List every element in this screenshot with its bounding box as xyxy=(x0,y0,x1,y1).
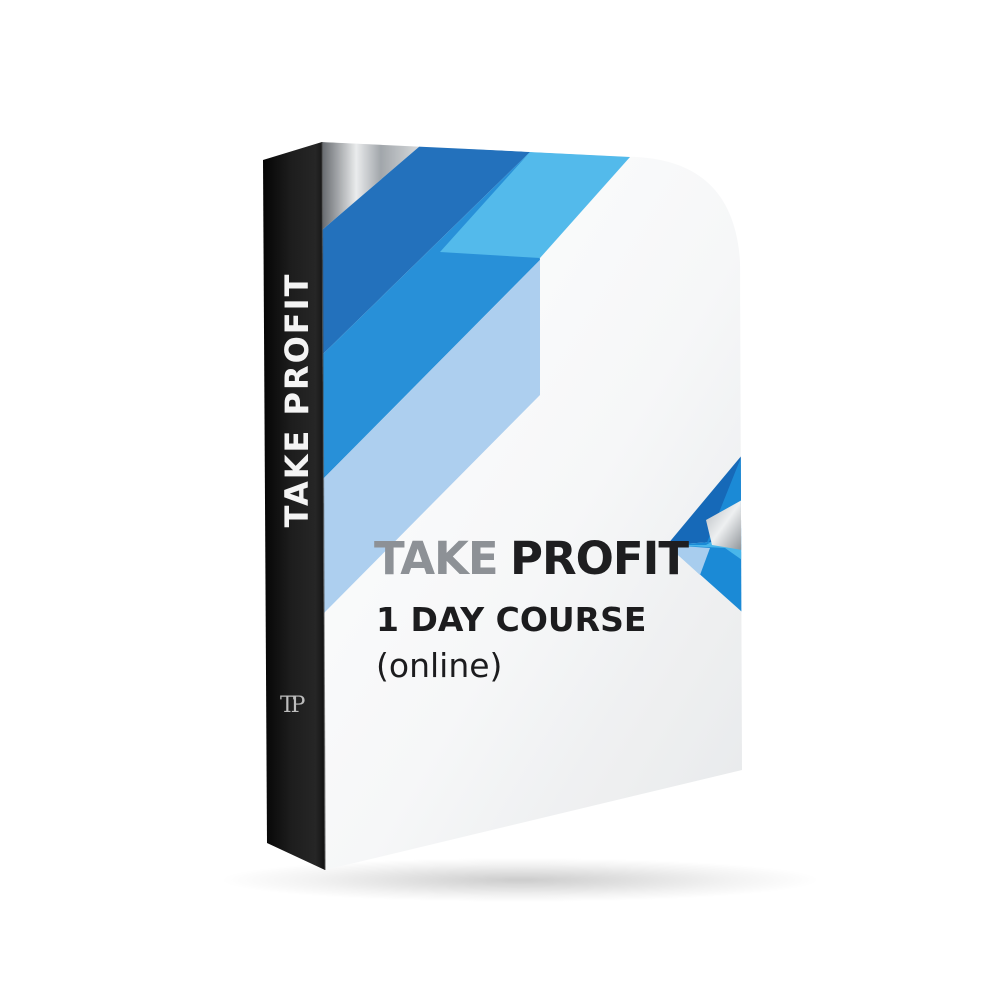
cover-subtitle-note: (online) xyxy=(376,646,503,685)
spine-logo: TP xyxy=(280,693,306,718)
box-cover xyxy=(322,142,742,870)
cover-subtitle: 1 DAY COURSE xyxy=(376,600,647,639)
box-shadow xyxy=(220,858,820,902)
software-box xyxy=(220,141,820,902)
spine-title: TAKE PROFIT xyxy=(278,272,316,528)
cover-title-profit: PROFIT xyxy=(510,532,689,585)
product-image: TAKE PROFIT TP TAKE PROFIT 1 DAY COURSE … xyxy=(0,0,1000,1000)
cover-title-take: TAKE xyxy=(374,532,499,585)
